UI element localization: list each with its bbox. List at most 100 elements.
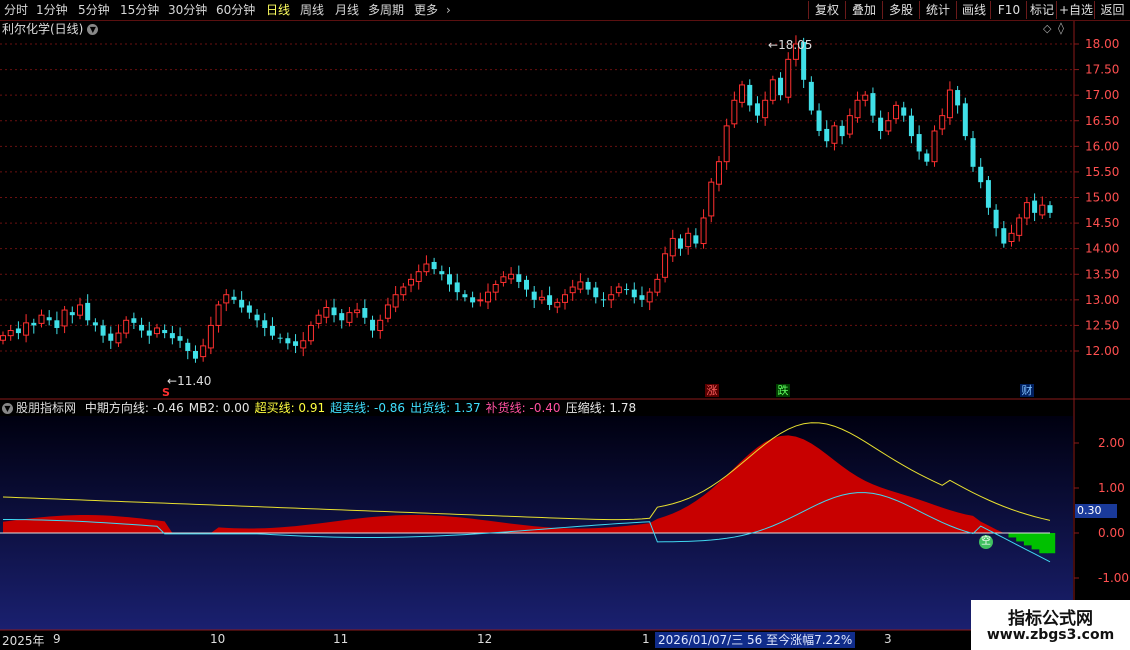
candle-body-down [524, 279, 529, 290]
indicator-name: 股朋指标网 [16, 401, 77, 415]
high-price-label: ←18.05 [768, 38, 813, 52]
candle-body-down [447, 274, 453, 285]
candle-body-down [92, 322, 98, 326]
finance-marker: 财 [1020, 384, 1034, 397]
candle-body-up [315, 314, 322, 324]
candle-body-up [615, 286, 622, 294]
candle-body-up [508, 273, 515, 280]
month-label-11: 11 [333, 632, 349, 646]
candle-body-up [1023, 202, 1030, 219]
candle-body-up [538, 296, 545, 301]
candle-body-up [654, 278, 661, 293]
candle-body-up [207, 324, 214, 349]
candle-body-down [100, 325, 106, 336]
price-tick-label: 17.00 [1085, 88, 1119, 102]
month-label-10: 10 [210, 632, 226, 646]
candle-body-up [307, 324, 314, 342]
low-price-label: ←11.40 [167, 374, 212, 388]
candle-body-up [893, 104, 900, 120]
candle-body-down [185, 342, 191, 351]
candle-body-down [547, 295, 553, 305]
candle-body-up [708, 181, 715, 217]
candle-body-up [384, 304, 391, 319]
candle-body-up [123, 319, 130, 334]
month-label-12: 12 [477, 632, 493, 646]
candle-body-down [600, 299, 606, 301]
candle-body-down [993, 209, 999, 229]
price-tick-label: 14.00 [1085, 242, 1119, 256]
candle-body-up [477, 299, 484, 302]
price-tick-label: 18.00 [1085, 37, 1119, 51]
candle-body-down [131, 318, 137, 323]
indicator-legend: ▼ 股朋指标网 中期方向线: -0.46 MB2: 0.00 超买线: 0.91 超卖线… [2, 401, 646, 415]
candle-body-down [169, 333, 175, 339]
chart-canvas: 18.00 17.50 17.00 16.50 16.00 15.50 15.00 14.50… [0, 21, 1130, 631]
candle-body-down [985, 180, 991, 208]
candle-body-down [277, 337, 283, 339]
candlesticks [0, 35, 1053, 363]
candle-body-down [15, 328, 21, 334]
candle-body-down [108, 333, 114, 341]
candle-body-up [739, 84, 746, 103]
candle-body-up [323, 307, 330, 318]
candle-body-down [85, 302, 91, 321]
candle-body-down [470, 297, 476, 303]
indicator-field-6: 压缩线: 1.78 [565, 401, 637, 415]
price-tick-label: 13.50 [1085, 267, 1119, 281]
candle-body-down [146, 330, 152, 336]
candle-body-up [846, 115, 853, 135]
indicator-field-5: 补货线: -0.40 [485, 401, 561, 415]
candle-body-up [354, 309, 361, 314]
price-tick-label: 17.50 [1085, 63, 1119, 77]
candle-body-up [931, 130, 938, 163]
candle-body-down [754, 103, 760, 116]
candle-body-up [492, 283, 499, 293]
indicator-settings-icon[interactable]: ▼ [2, 403, 13, 414]
indicator-field-1: MB2: 0.00 [188, 401, 250, 415]
time-axis-bar: 2025年 9 10 11 12 1 3 [0, 631, 1130, 650]
candle-body-up [946, 89, 953, 119]
candle-body-down [878, 117, 884, 131]
year-label: 2025年 [2, 634, 45, 648]
candle-body-up [23, 322, 30, 336]
candle-body-up [662, 253, 669, 278]
green-bar [1008, 533, 1017, 538]
candle-body-down [339, 313, 345, 321]
candle-body-down [262, 320, 268, 328]
candle-body-down [431, 261, 437, 270]
watermark-logo: 指标公式网 www.zbgs3.com [971, 600, 1130, 650]
price-grid [0, 43, 1074, 352]
green-bar [1023, 533, 1033, 546]
candle-body-down [631, 289, 637, 298]
sell-marker: S [162, 386, 170, 399]
candle-body-down [624, 289, 630, 291]
candle-body-down [516, 274, 522, 282]
indicator-tick-label: 2.00 [1098, 436, 1125, 450]
candle-body-up [1008, 232, 1015, 243]
indicator-tick-label: -1.00 [1098, 571, 1129, 585]
candle-body-up [854, 99, 861, 119]
empty-signal-marker: 空 [979, 535, 993, 549]
candle-body-down [1001, 228, 1007, 244]
candle-body-down [908, 115, 914, 137]
candle-body-up [153, 327, 160, 335]
candle-body-up [700, 217, 707, 245]
month-label-3: 3 [884, 632, 892, 646]
candle-body-down [1032, 200, 1038, 213]
candle-body-up [61, 309, 68, 327]
candle-body-up [862, 94, 869, 101]
candle-body-up [831, 125, 838, 144]
candle-body-down [808, 81, 814, 111]
candle-body-down [162, 330, 168, 334]
candle-body-down [454, 282, 460, 293]
price-tick-label: 16.50 [1085, 114, 1119, 128]
candle-body-up [731, 99, 738, 125]
candle-body-down [254, 314, 260, 321]
candle-body-up [939, 115, 946, 130]
candle-body-down [816, 110, 822, 131]
candle-body-up [38, 314, 45, 324]
candle-body-down [585, 281, 591, 290]
candle-body-down [693, 235, 699, 244]
candle-body-down [139, 324, 145, 331]
candle-body-down [962, 103, 968, 137]
